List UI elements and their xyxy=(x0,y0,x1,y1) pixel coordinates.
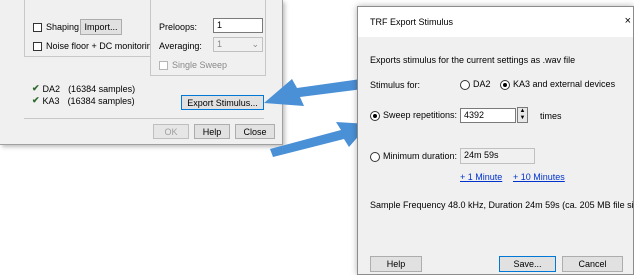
checkmark-icon: ✔ xyxy=(32,83,40,93)
loop-settings-group: Preloops: 1 Averaging: 1 ⌄ Single Sweep xyxy=(150,0,266,76)
noise-floor-label: Noise floor + DC monitoring xyxy=(46,41,157,51)
averaging-value: 1 xyxy=(217,39,223,49)
shaping-checkbox-row[interactable]: Shaping xyxy=(33,22,79,32)
save-button[interactable]: Save... xyxy=(499,256,556,272)
ka3-samples: (16384 samples) xyxy=(67,95,135,106)
dialog-help-button[interactable]: Help xyxy=(370,256,422,272)
divider xyxy=(24,118,264,119)
da2-label: DA2 xyxy=(42,83,61,94)
single-sweep-row: Single Sweep xyxy=(159,60,227,70)
shaping-checkbox[interactable] xyxy=(33,22,42,32)
radio-minimum-button[interactable] xyxy=(370,151,380,162)
export-stimulus-button[interactable]: Export Stimulus... xyxy=(181,95,264,110)
help-button[interactable]: Help xyxy=(194,124,230,139)
trf-export-dialog: TRF Export Stimulus × Exports stimulus f… xyxy=(357,6,634,275)
radio-ka3-button[interactable] xyxy=(500,79,510,90)
radio-ka3-label: KA3 and external devices xyxy=(513,79,616,89)
minimum-duration-field: 24m 59s xyxy=(460,148,535,164)
ka3-label: KA3 xyxy=(42,95,60,106)
spin-down-icon[interactable]: ▼ xyxy=(518,115,527,122)
close-icon[interactable]: × xyxy=(625,15,631,27)
spin-up-icon[interactable]: ▲ xyxy=(518,108,527,115)
preloops-input[interactable]: 1 xyxy=(213,18,263,33)
cancel-button[interactable]: Cancel xyxy=(562,256,623,272)
title-bar: TRF Export Stimulus × xyxy=(358,7,633,37)
ka3-status-row: ✔ KA3 (16384 samples) xyxy=(32,95,135,106)
stimulus-for-label: Stimulus for: xyxy=(370,80,421,90)
single-sweep-checkbox xyxy=(159,60,168,70)
times-label: times xyxy=(540,111,562,121)
close-button[interactable]: Close xyxy=(235,124,275,139)
radio-da2-label: DA2 xyxy=(473,79,491,89)
averaging-label: Averaging: xyxy=(159,41,202,51)
da2-samples: (16384 samples) xyxy=(68,83,136,94)
checkmark-icon: ✔ xyxy=(32,95,40,105)
preloops-label: Preloops: xyxy=(159,22,198,32)
description-text: Exports stimulus for the current setting… xyxy=(370,55,576,65)
averaging-select: 1 ⌄ xyxy=(213,37,263,52)
shaping-label: Shaping xyxy=(46,22,80,32)
add-10-minutes-link[interactable]: + 10 Minutes xyxy=(513,172,565,182)
chevron-down-icon: ⌄ xyxy=(251,39,259,49)
arrow-to-sweep-icon xyxy=(270,122,369,157)
radio-da2-button[interactable] xyxy=(460,79,470,90)
single-sweep-label: Single Sweep xyxy=(172,60,228,70)
import-button[interactable]: Import... xyxy=(80,19,122,35)
ok-button: OK xyxy=(153,124,189,139)
add-1-minute-link[interactable]: + 1 Minute xyxy=(460,172,502,182)
radio-ka3[interactable]: KA3 and external devices xyxy=(500,79,615,90)
radio-sweep-repetitions[interactable]: Sweep repetitions: xyxy=(370,110,457,121)
sweep-repetitions-input[interactable]: 4392 xyxy=(460,108,516,123)
dialog-title: TRF Export Stimulus xyxy=(370,17,454,27)
radio-da2[interactable]: DA2 xyxy=(460,79,491,90)
radio-sweep-button[interactable] xyxy=(370,110,380,121)
da2-status-row: ✔ DA2 (16384 samples) xyxy=(32,83,135,94)
sweep-repetitions-label: Sweep repetitions: xyxy=(383,110,458,120)
background-dialog: Shaping Import... Noise floor + DC monit… xyxy=(0,0,283,145)
sweep-spinner[interactable]: ▲ ▼ xyxy=(517,107,528,123)
radio-minimum-duration[interactable]: Minimum duration: xyxy=(370,151,457,162)
minimum-duration-label: Minimum duration: xyxy=(383,151,458,161)
noise-floor-checkbox[interactable] xyxy=(33,41,42,51)
noise-checkbox-row[interactable]: Noise floor + DC monitoring xyxy=(33,41,157,51)
summary-text: Sample Frequency 48.0 kHz, Duration 24m … xyxy=(370,200,634,210)
options-group: Shaping Import... Noise floor + DC monit… xyxy=(24,0,157,57)
